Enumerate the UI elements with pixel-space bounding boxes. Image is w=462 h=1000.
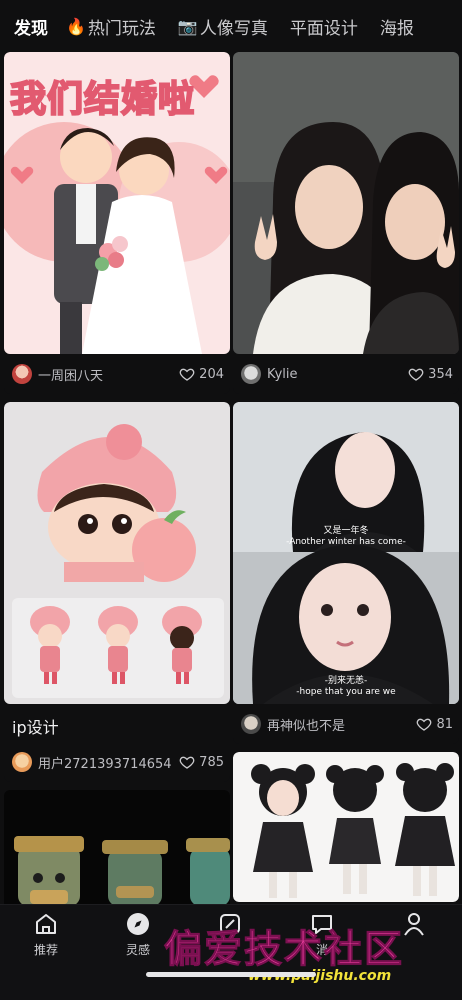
feed-column-left: 我们结婚啦 一周困八天 204 ip设计 用户2721393714654 785: [4, 52, 230, 928]
caption-line: 又是一年冬: [323, 526, 369, 536]
like-button[interactable]: 81: [416, 716, 453, 732]
wedding-image-caption: 我们结婚啦: [9, 78, 196, 121]
post-card-winter-portrait[interactable]: 又是一年冬 -Another winter has come- -别来无恙- -…: [233, 402, 459, 744]
tab-hot-play[interactable]: 🔥 热门玩法: [66, 14, 156, 39]
post-title[interactable]: ip设计: [4, 704, 230, 742]
tab-label: 发现: [14, 18, 48, 39]
post-meta: 用户2721393714654 785: [4, 742, 230, 782]
post-image-friends-photo[interactable]: [233, 52, 459, 354]
post-card-ip-design[interactable]: ip设计 用户2721393714654 785: [4, 402, 230, 782]
post-image-bronze-figures[interactable]: [4, 790, 230, 920]
post-card-friends-photo[interactable]: Kylie 354: [233, 52, 459, 394]
like-count: 354: [428, 366, 453, 382]
camera-icon: 📷: [177, 16, 198, 36]
winter-caption-1: 又是一年冬 -Another winter has come-: [233, 526, 459, 548]
caption-line: -hope that you are we: [296, 687, 396, 697]
post-image-wedding-illustration[interactable]: 我们结婚啦: [4, 52, 230, 354]
tab-portrait[interactable]: 📷 人像写真: [178, 14, 268, 39]
site-watermark: 偏爱技术社区 www.paijishu.com: [160, 918, 460, 988]
post-card-character-sheet[interactable]: [233, 752, 459, 902]
avatar[interactable]: [12, 752, 32, 772]
author-name[interactable]: 用户2721393714654: [38, 753, 179, 772]
tab-label: 热门玩法: [87, 18, 156, 39]
feed-column-right: Kylie 354 又是一年冬 -Another winter has come…: [233, 52, 459, 910]
post-meta: Kylie 354: [233, 354, 459, 394]
tab-discover[interactable]: 发现: [14, 14, 48, 39]
tab-label: 海报: [379, 18, 414, 39]
author-name[interactable]: 一周困八天: [38, 365, 179, 384]
like-button[interactable]: 204: [179, 366, 224, 382]
post-card-bronze-figures[interactable]: [4, 790, 230, 920]
avatar[interactable]: [12, 364, 32, 384]
heart-icon: [179, 756, 195, 769]
tab-label: 人像写真: [199, 18, 268, 39]
like-button[interactable]: 354: [408, 366, 453, 382]
heart-icon: [179, 368, 195, 381]
tab-label: 平面设计: [289, 18, 358, 39]
nav-label: 推荐: [33, 943, 58, 957]
author-name[interactable]: Kylie: [267, 367, 408, 382]
post-meta: 再神似也不是 81: [233, 704, 459, 744]
tab-graphic-design[interactable]: 平面设计: [290, 14, 358, 39]
like-count: 204: [199, 366, 224, 382]
watermark-title: 偏爱技术社区: [163, 926, 405, 972]
like-button[interactable]: 785: [179, 754, 224, 770]
home-indicator[interactable]: [146, 972, 316, 977]
compass-icon: [127, 913, 149, 935]
avatar[interactable]: [241, 364, 261, 384]
like-count: 785: [199, 754, 224, 770]
post-card-wedding[interactable]: 我们结婚啦 一周困八天 204: [4, 52, 230, 394]
heart-icon: [417, 718, 432, 731]
nav-label: 灵感: [125, 943, 150, 957]
tab-poster[interactable]: 海报: [380, 14, 414, 39]
like-count: 81: [436, 716, 453, 732]
heart-icon: [408, 368, 424, 381]
caption-line: -Another winter has come-: [286, 537, 406, 547]
nav-recommend[interactable]: 推荐: [16, 911, 76, 958]
caption-line: -别来无恙-: [324, 676, 368, 686]
post-image-winter-portrait[interactable]: 又是一年冬 -Another winter has come- -别来无恙- -…: [233, 402, 459, 704]
avatar[interactable]: [241, 714, 261, 734]
category-tab-bar: 发现 🔥 热门玩法 📷 人像写真 平面设计 海报: [0, 0, 462, 52]
nav-inspiration[interactable]: 灵感: [108, 911, 168, 958]
post-meta: 一周困八天 204: [4, 354, 230, 394]
winter-caption-2: -别来无恙- -hope that you are we: [233, 676, 459, 698]
home-icon: [36, 914, 56, 934]
author-name[interactable]: 再神似也不是: [267, 715, 416, 734]
fire-icon: 🔥: [66, 16, 86, 36]
post-image-character-sheet[interactable]: [233, 752, 459, 902]
post-image-ip-character[interactable]: [4, 402, 230, 704]
